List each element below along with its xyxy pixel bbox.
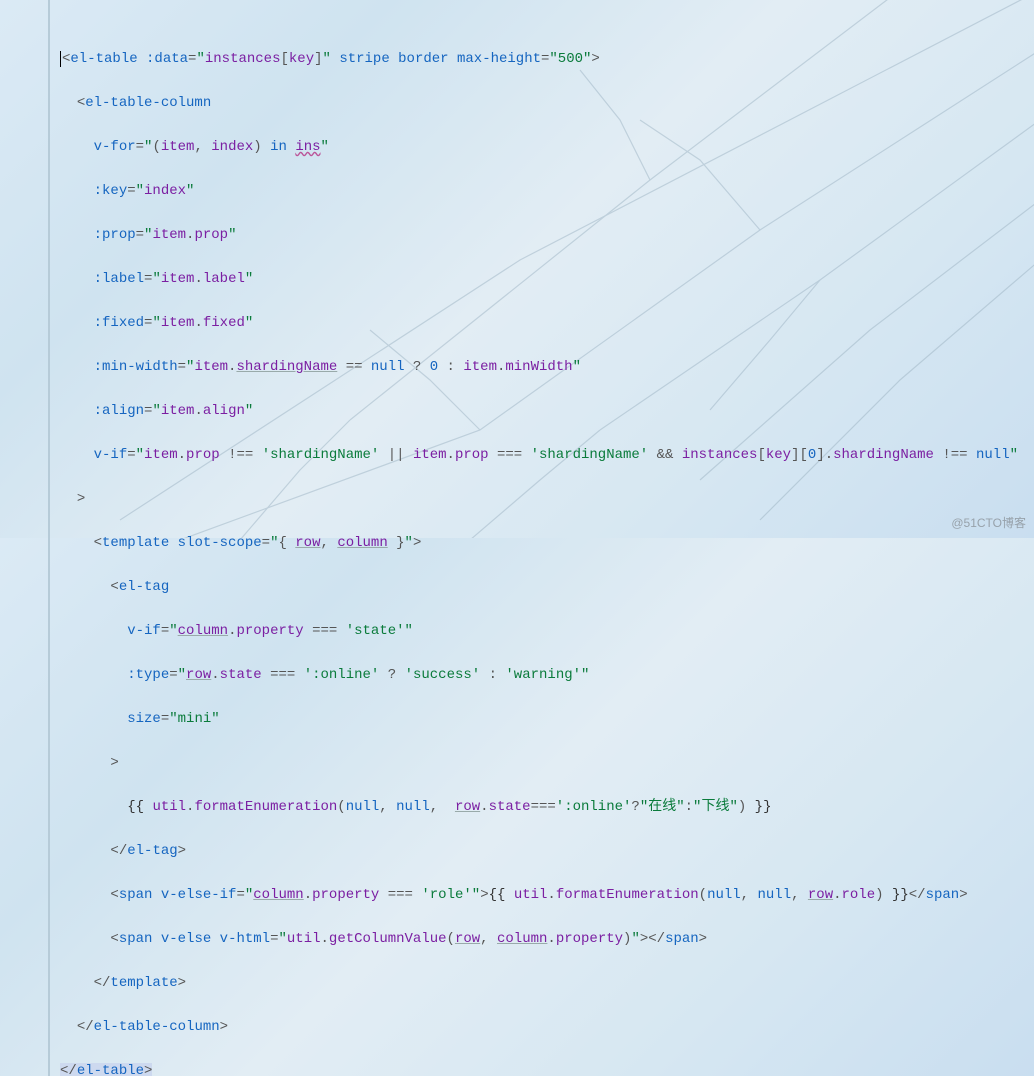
gutter-line — [48, 0, 50, 1076]
code-line: </template> — [60, 972, 1034, 994]
code-line: :type="row.state === ':online' ? 'succes… — [60, 664, 1034, 686]
code-line: v-for="(item, index) in ins" — [60, 136, 1034, 158]
code-line: <el-tag — [60, 576, 1034, 598]
code-line: </el-tag> — [60, 840, 1034, 862]
code-line: </el-table-column> — [60, 1016, 1034, 1038]
code-line: <span v-else-if="column.property === 'ro… — [60, 884, 1034, 906]
code-line: <el-table :data="instances[key]" stripe … — [60, 48, 1034, 70]
code-line: {{ util.formatEnumeration(null, null, ro… — [60, 796, 1034, 818]
code-line: :prop="item.prop" — [60, 224, 1034, 246]
code-line: > — [60, 488, 1034, 510]
code-line: v-if="item.prop !== 'shardingName' || it… — [60, 444, 1034, 466]
code-line: <el-table-column — [60, 92, 1034, 114]
watermark: @51CTO博客 — [951, 512, 1026, 534]
code-line: :fixed="item.fixed" — [60, 312, 1034, 334]
code-line: size="mini" — [60, 708, 1034, 730]
code-line: :key="index" — [60, 180, 1034, 202]
code-editor[interactable]: <el-table :data="instances[key]" stripe … — [0, 0, 1034, 1076]
code-line: :align="item.align" — [60, 400, 1034, 422]
code-line: <span v-else v-html="util.getColumnValue… — [60, 928, 1034, 950]
code-line: v-if="column.property === 'state'" — [60, 620, 1034, 642]
code-line: :min-width="item.shardingName == null ? … — [60, 356, 1034, 378]
code-line: > — [60, 752, 1034, 774]
code-line: :label="item.label" — [60, 268, 1034, 290]
code-line: </el-table> — [60, 1060, 1034, 1076]
code-line: <template slot-scope="{ row, column }"> — [60, 532, 1034, 554]
